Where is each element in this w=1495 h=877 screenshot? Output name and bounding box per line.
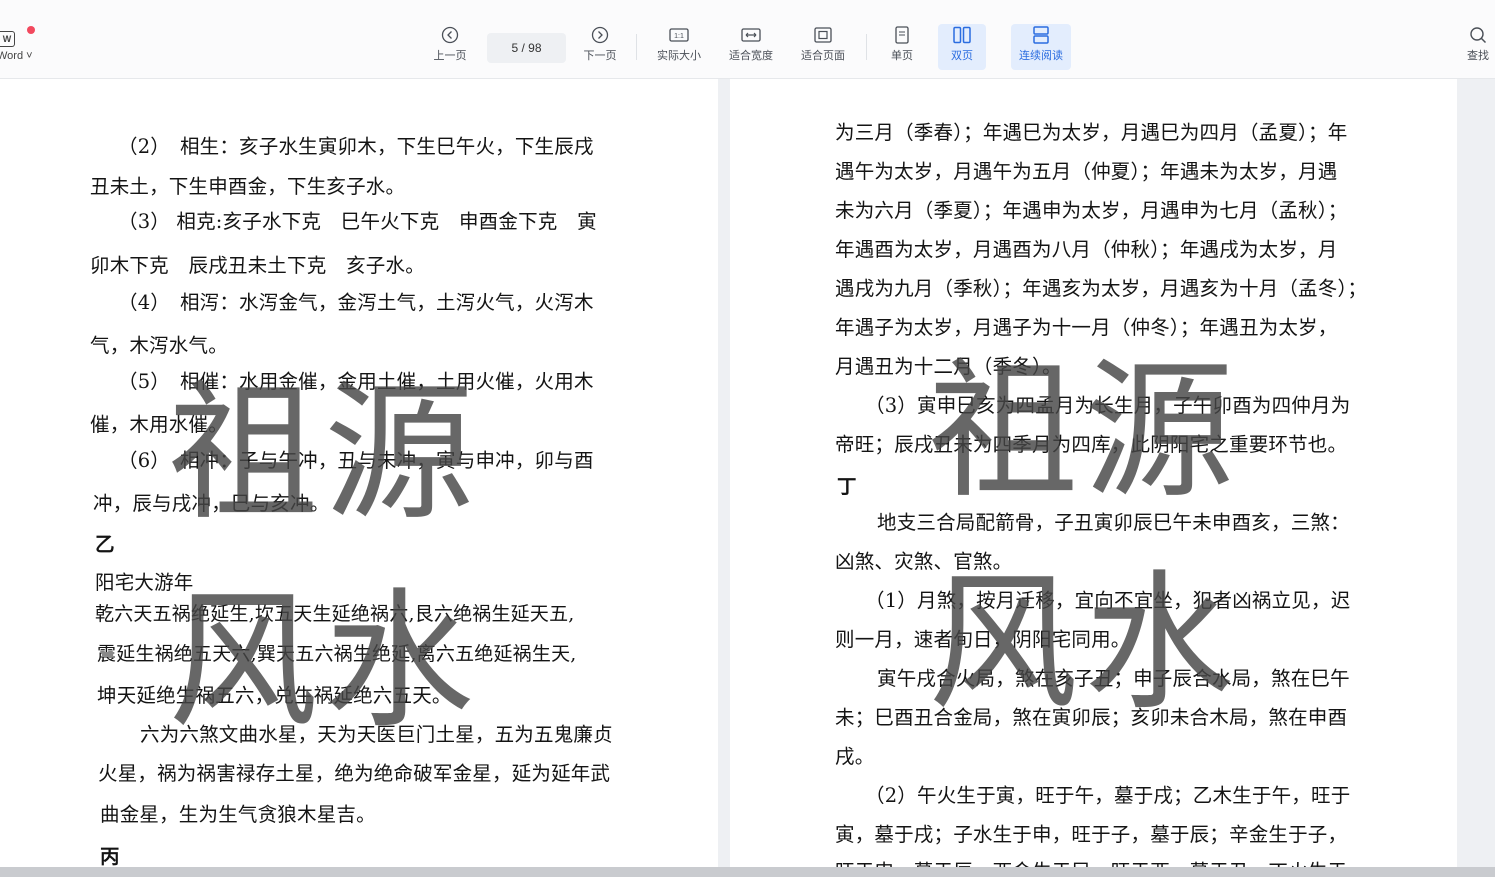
viewer-gutter (1457, 79, 1495, 867)
document-page-right[interactable]: 为三月（季春）；年遇巳为太岁，月遇巳为四月（孟夏）；年 遇午为太岁，月遇午为五月… (730, 79, 1457, 867)
text-line: 未；巳酉丑合金局，煞在寅卯辰；亥卯未合木局，煞在申酉 (835, 706, 1348, 729)
text-line: 六为六煞文曲水星，天为天医巨门土星，五为五鬼廉贞 (140, 723, 613, 746)
single-page-button[interactable]: 单页 (880, 24, 924, 70)
text-line: 丑未土，下生申酉金，下生亥子水。 (90, 175, 406, 198)
text-line: 寅，墓于戌；子水生于申，旺于子，墓于辰；辛金生于子， (835, 823, 1348, 846)
text-line: （3） 相克:亥子水下克 巳午火下克 申酉金下克 寅 (118, 210, 597, 233)
top-toolbar: W Word ˅ 上一页 下一页 1:1 实际大小 适合宽度 适合页面 (0, 0, 1495, 79)
section-heading: 丁 (837, 475, 857, 498)
continuous-reading-label: 连续阅读 (1019, 50, 1063, 62)
fit-page-label: 适合页面 (801, 50, 845, 62)
single-page-icon (891, 24, 913, 46)
text-line: 帝旺；辰戌丑未为四季月为四库，此阴阳宅之重要环节也。 (835, 433, 1348, 456)
text-line: 年遇酉为太岁，月遇酉为八月（仲秋）；年遇戌为太岁，月 (835, 238, 1338, 261)
chevron-left-circle-icon (439, 24, 461, 46)
continuous-reading-icon (1030, 24, 1052, 46)
double-page-label: 双页 (951, 50, 973, 62)
text-line: 月遇丑为十二月（季冬）。 (835, 355, 1062, 378)
toolbar-divider (866, 34, 867, 60)
prev-page-label: 上一页 (433, 50, 467, 62)
page-number-input[interactable] (487, 33, 566, 63)
fit-width-label: 适合宽度 (729, 50, 773, 62)
section-heading: 乙 (95, 533, 115, 556)
document-page-left[interactable]: （2） 相生：亥子水生寅卯木，下生巳午火，下生辰戌 丑未土，下生申酉金，下生亥子… (0, 79, 718, 867)
search-icon (1467, 24, 1489, 46)
text-line: （6） 相冲：子与午冲，丑与未冲，寅与申冲，卯与酉 (118, 449, 594, 472)
text-line: 震延生祸绝五天六,巽天五六祸生绝延,离六五绝延祸生天, (97, 643, 577, 665)
text-line: 气，木泻水气。 (90, 334, 228, 357)
text-line: 曲金星，生为生气贪狼木星吉。 (100, 803, 376, 826)
text-line: 遇戌为九月（季秋）；年遇亥为太岁，月遇亥为十月（孟冬）； (835, 277, 1368, 300)
svg-text:1:1: 1:1 (674, 33, 684, 40)
text-line: 乾六天五祸绝延生,坎五天生延绝祸六,艮六绝祸生延天五, (95, 603, 575, 625)
text-line: （2） 相生：亥子水生寅卯木，下生巳午火，下生辰戌 (118, 135, 594, 158)
actual-size-label: 实际大小 (657, 50, 701, 62)
continuous-reading-button[interactable]: 连续阅读 (1011, 24, 1071, 70)
section-heading: 丙 (100, 845, 120, 867)
horizontal-scrollbar[interactable] (0, 867, 1495, 877)
actual-size-button[interactable]: 1:1 实际大小 (652, 24, 706, 70)
fit-page-icon (812, 24, 834, 46)
text-line: （1）月煞，按月迁移，宜向不宜坐，犯者凶祸立见，迟 (865, 589, 1351, 612)
next-page-label: 下一页 (583, 50, 617, 62)
text-line: （3）寅申巳亥为四孟月为长生月，子午卯酉为四仲月为 (865, 394, 1351, 417)
text-line: （5） 相催：水用金催，金用土催，土用火催，火用木 (118, 370, 594, 393)
search-label: 查找 (1467, 50, 1489, 62)
text-line: 坤天延绝生祸五六，兑生祸延绝六五天。 (97, 684, 452, 707)
actual-size-icon: 1:1 (668, 24, 690, 46)
toolbar-divider (636, 34, 637, 60)
text-line: 年遇子为太岁，月遇子为十一月（仲冬）；年遇丑为太岁， (835, 316, 1338, 339)
app-label: Word ˅ (0, 50, 33, 62)
notification-dot (27, 26, 35, 34)
next-page-button[interactable]: 下一页 (578, 24, 622, 70)
text-line: 催，木用水催。 (90, 413, 228, 436)
text-line: 卯木下克 辰戌丑未土下克 亥子水。 (90, 254, 425, 277)
text-line: 火星，祸为祸害禄存土星，绝为绝命破军金星，延为延年武 (98, 762, 611, 785)
text-line: 寅午戌合火局，煞在亥子丑；申子辰合水局，煞在巳午 (877, 667, 1350, 690)
text-line: 旺于申，墓于辰，酉金生于巳，旺于酉，墓于丑，丁火生于 (835, 855, 1347, 867)
prev-page-button[interactable]: 上一页 (428, 24, 472, 70)
text-line: （4） 相泻：水泻金气，金泻土气，土泻火气，火泻木 (118, 291, 594, 314)
double-page-icon (951, 24, 973, 46)
chevron-right-circle-icon (589, 24, 611, 46)
text-line: 凶煞、灾煞、官煞。 (835, 550, 1013, 573)
word-app-icon: W (0, 31, 15, 47)
text-line: 冲，辰与戌冲，巳与亥冲。 (93, 492, 330, 515)
text-line: 阳宅大游年 (95, 571, 194, 594)
fit-width-icon (740, 24, 762, 46)
text-line: 地支三合局配箭骨，子丑寅卯辰巳午未申酉亥，三煞： (877, 511, 1350, 534)
text-line: 戌。 (835, 745, 875, 768)
text-line: 遇午为太岁，月遇午为五月（仲夏）；年遇未为太岁，月遇 (835, 160, 1338, 183)
text-line: （2）午火生于寅，旺于午，墓于戌；乙木生于午，旺于 (865, 784, 1351, 807)
single-page-label: 单页 (891, 50, 913, 62)
fit-width-button[interactable]: 适合宽度 (724, 24, 778, 70)
fit-page-button[interactable]: 适合页面 (796, 24, 850, 70)
search-button[interactable]: 查找 (1461, 24, 1495, 70)
text-line: 未为六月（季夏）；年遇申为太岁，月遇申为七月（孟秋）； (835, 199, 1348, 222)
double-page-button[interactable]: 双页 (938, 24, 986, 70)
text-line: 为三月（季春）；年遇巳为太岁，月遇巳为四月（孟夏）；年 (835, 121, 1348, 144)
text-line: 则一月，速者旬日，阴阳宅同用。 (835, 628, 1131, 651)
app-switcher[interactable]: W Word ˅ (0, 28, 44, 68)
